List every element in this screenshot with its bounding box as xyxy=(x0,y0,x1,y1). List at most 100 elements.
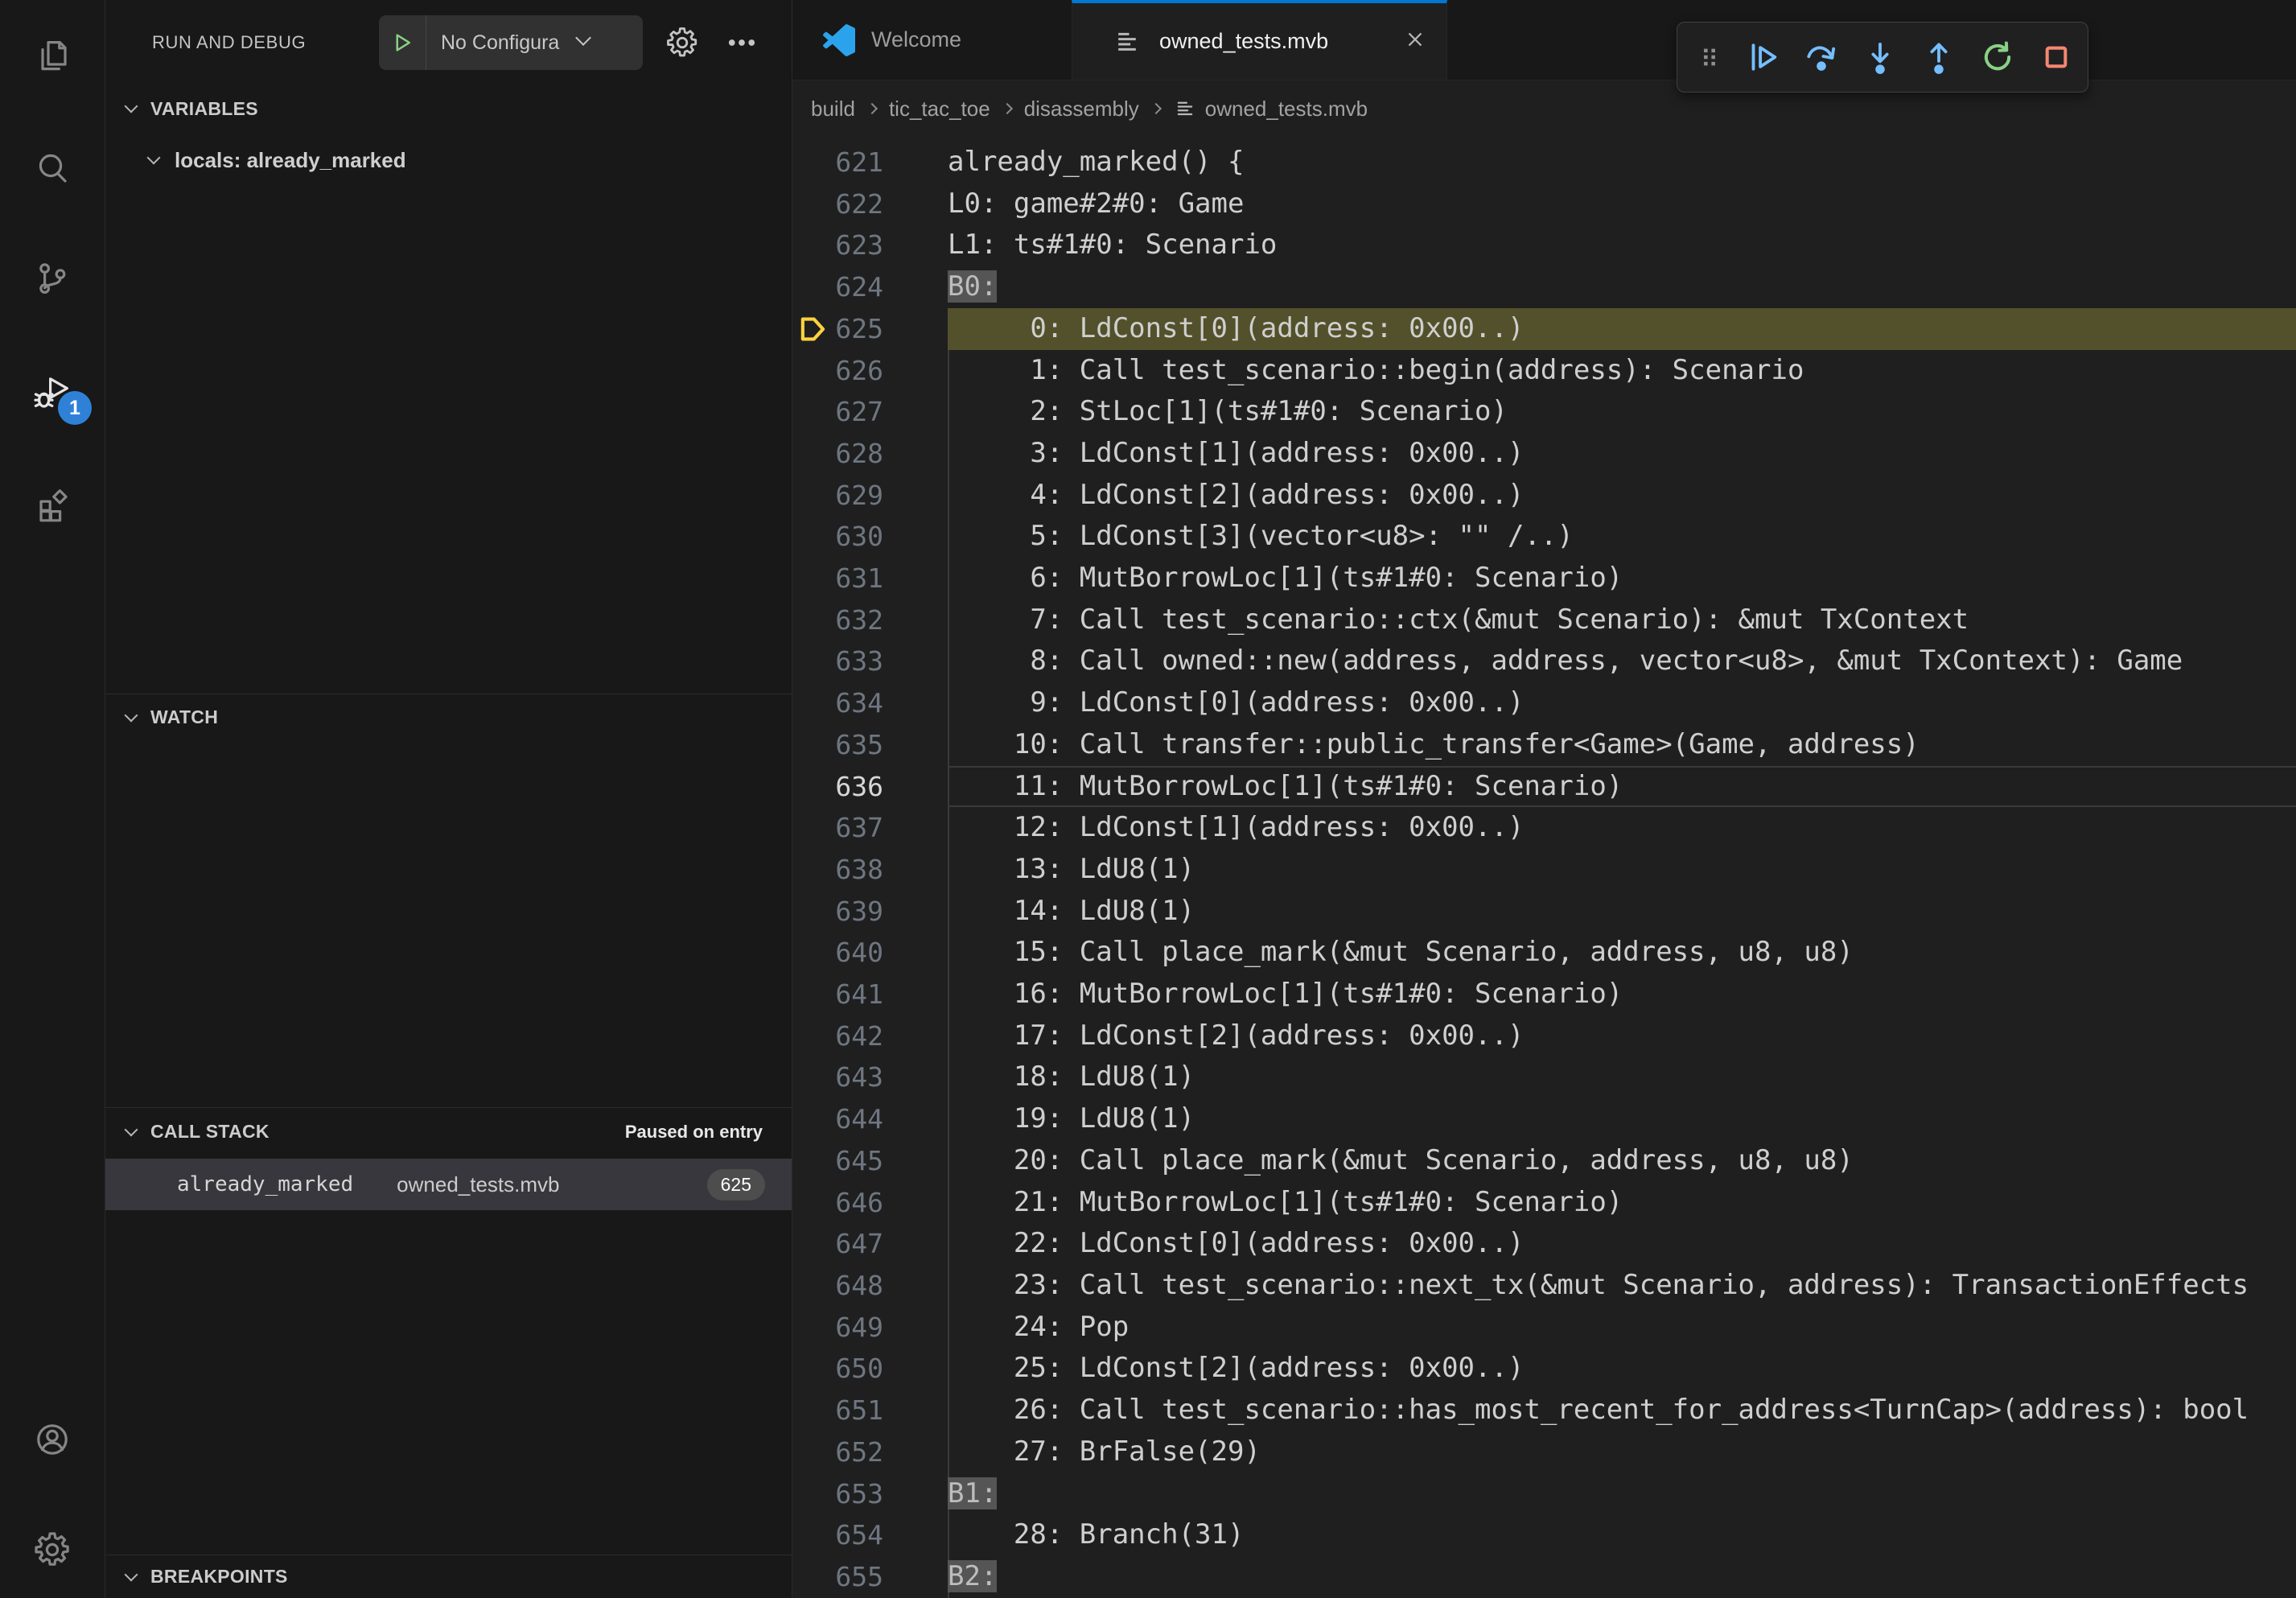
line-text[interactable]: 0: LdConst[0](address: 0x00..) xyxy=(948,308,2296,350)
line-text[interactable]: already_marked() { xyxy=(948,142,2296,183)
line-text[interactable]: 11: MutBorrowLoc[1](ts#1#0: Scenario) xyxy=(948,766,2296,808)
line-text[interactable]: B2: xyxy=(948,1556,2296,1598)
breakpoint-gutter[interactable] xyxy=(792,1056,833,1098)
more-actions-icon[interactable] xyxy=(725,26,759,64)
breadcrumb-item[interactable]: disassembly xyxy=(1024,97,1139,121)
line-number[interactable]: 654 xyxy=(833,1514,883,1556)
line-number[interactable]: 649 xyxy=(833,1307,883,1349)
line-text[interactable]: 12: LdConst[1](address: 0x00..) xyxy=(948,807,2296,849)
breadcrumb-file[interactable]: owned_tests.mvb xyxy=(1173,97,1368,121)
line-text[interactable]: 19: LdU8(1) xyxy=(948,1098,2296,1140)
line-text[interactable]: 9: LdConst[0](address: 0x00..) xyxy=(948,682,2296,724)
breakpoint-gutter[interactable] xyxy=(792,183,833,225)
line-number[interactable]: 646 xyxy=(833,1182,883,1224)
line-text[interactable]: B0: xyxy=(948,266,2296,308)
step-out-button[interactable] xyxy=(1920,39,1957,76)
breakpoint-gutter[interactable] xyxy=(792,599,833,641)
breakpoint-gutter[interactable] xyxy=(792,1514,833,1556)
line-number[interactable]: 652 xyxy=(833,1431,883,1473)
breakpoint-gutter[interactable] xyxy=(792,932,833,974)
breakpoint-gutter[interactable] xyxy=(792,1140,833,1182)
line-text[interactable]: 21: MutBorrowLoc[1](ts#1#0: Scenario) xyxy=(948,1182,2296,1224)
variables-scope-locals[interactable]: locals: already_marked xyxy=(105,140,792,180)
line-number[interactable]: 637 xyxy=(833,807,883,849)
close-icon[interactable] xyxy=(1403,27,1427,56)
line-number[interactable]: 633 xyxy=(833,640,883,682)
breadcrumb-item[interactable]: build xyxy=(811,97,855,121)
line-number[interactable]: 650 xyxy=(833,1348,883,1390)
line-number[interactable]: 636 xyxy=(833,766,883,808)
step-over-button[interactable] xyxy=(1803,39,1840,76)
line-text[interactable]: 1: Call test_scenario::begin(address): S… xyxy=(948,350,2296,392)
restart-button[interactable] xyxy=(1979,39,2016,76)
toolbar-drag-handle[interactable] xyxy=(1697,39,1722,76)
activity-item-settings[interactable] xyxy=(0,1530,105,1572)
activity-item-run-and-debug[interactable]: 1 xyxy=(0,373,105,415)
breakpoint-gutter[interactable] xyxy=(792,766,833,808)
line-text[interactable]: 18: LdU8(1) xyxy=(948,1056,2296,1098)
tab-owned-tests[interactable]: owned_tests.mvb xyxy=(1072,0,1447,80)
breakpoints-section-header[interactable]: BREAKPOINTS xyxy=(105,1555,792,1598)
breakpoint-gutter[interactable] xyxy=(792,807,833,849)
line-text[interactable]: 24: Pop xyxy=(948,1307,2296,1349)
breakpoint-gutter[interactable] xyxy=(792,1431,833,1473)
line-number[interactable]: 621 xyxy=(833,142,883,183)
line-text[interactable]: 27: BrFalse(29) xyxy=(948,1431,2296,1473)
breakpoint-gutter[interactable] xyxy=(792,266,833,308)
line-number[interactable]: 641 xyxy=(833,974,883,1015)
line-number[interactable]: 627 xyxy=(833,391,883,433)
line-text[interactable]: 14: LdU8(1) xyxy=(948,891,2296,933)
breakpoint-gutter[interactable] xyxy=(792,1265,833,1307)
debug-gear-icon[interactable] xyxy=(665,26,699,64)
line-text[interactable]: 3: LdConst[1](address: 0x00..) xyxy=(948,433,2296,475)
call-stack-section-header[interactable]: CALL STACK Paused on entry xyxy=(105,1107,792,1155)
launch-config-dropdown[interactable]: No Configura xyxy=(379,15,643,70)
line-text[interactable]: 6: MutBorrowLoc[1](ts#1#0: Scenario) xyxy=(948,558,2296,599)
line-number[interactable]: 623 xyxy=(833,224,883,266)
line-number[interactable]: 653 xyxy=(833,1473,883,1515)
line-text[interactable]: 23: Call test_scenario::next_tx(&mut Sce… xyxy=(948,1265,2296,1307)
line-number[interactable]: 624 xyxy=(833,266,883,308)
stop-button[interactable] xyxy=(2038,39,2075,76)
step-into-button[interactable] xyxy=(1862,39,1899,76)
line-number[interactable]: 643 xyxy=(833,1056,883,1098)
variables-section-header[interactable]: VARIABLES xyxy=(105,90,792,127)
breakpoint-gutter[interactable] xyxy=(792,516,833,558)
line-text[interactable]: L0: game#2#0: Game xyxy=(948,183,2296,225)
line-number[interactable]: 630 xyxy=(833,516,883,558)
line-number[interactable]: 640 xyxy=(833,932,883,974)
breakpoint-gutter[interactable] xyxy=(792,1473,833,1515)
activity-item-source-control[interactable] xyxy=(0,259,105,301)
line-number[interactable]: 655 xyxy=(833,1556,883,1598)
breakpoint-gutter[interactable] xyxy=(792,891,833,933)
line-number[interactable]: 631 xyxy=(833,558,883,599)
breakpoint-gutter[interactable] xyxy=(792,350,833,392)
line-number[interactable]: 639 xyxy=(833,891,883,933)
line-text[interactable]: 10: Call transfer::public_transfer<Game>… xyxy=(948,724,2296,766)
continue-button[interactable] xyxy=(1744,39,1781,76)
line-text[interactable]: 8: Call owned::new(address, address, vec… xyxy=(948,640,2296,682)
line-text[interactable]: 28: Branch(31) xyxy=(948,1514,2296,1556)
breakpoint-gutter[interactable] xyxy=(792,142,833,183)
breakpoint-gutter[interactable] xyxy=(792,475,833,517)
line-number[interactable]: 626 xyxy=(833,350,883,392)
line-text[interactable]: 26: Call test_scenario::has_most_recent_… xyxy=(948,1390,2296,1431)
line-text[interactable]: 5: LdConst[3](vector<u8>: "" /..) xyxy=(948,516,2296,558)
line-number[interactable]: 622 xyxy=(833,183,883,225)
breakpoint-gutter[interactable] xyxy=(792,1182,833,1224)
activity-item-explorer[interactable] xyxy=(0,36,105,78)
tab-welcome[interactable]: Welcome xyxy=(794,0,1072,80)
line-number[interactable]: 647 xyxy=(833,1223,883,1265)
line-number[interactable]: 642 xyxy=(833,1015,883,1057)
breakpoint-gutter[interactable] xyxy=(792,724,833,766)
call-stack-frame[interactable]: already_marked owned_tests.mvb 625 xyxy=(105,1159,792,1210)
activity-item-search[interactable] xyxy=(0,149,105,191)
breakpoint-gutter[interactable] xyxy=(792,391,833,433)
breakpoint-gutter[interactable] xyxy=(792,1098,833,1140)
line-number[interactable]: 651 xyxy=(833,1390,883,1431)
current-frame-arrow-icon[interactable] xyxy=(792,308,833,350)
breakpoint-gutter[interactable] xyxy=(792,640,833,682)
breakpoint-gutter[interactable] xyxy=(792,1556,833,1598)
breadcrumb-item[interactable]: tic_tac_toe xyxy=(889,97,990,121)
line-number[interactable]: 635 xyxy=(833,724,883,766)
